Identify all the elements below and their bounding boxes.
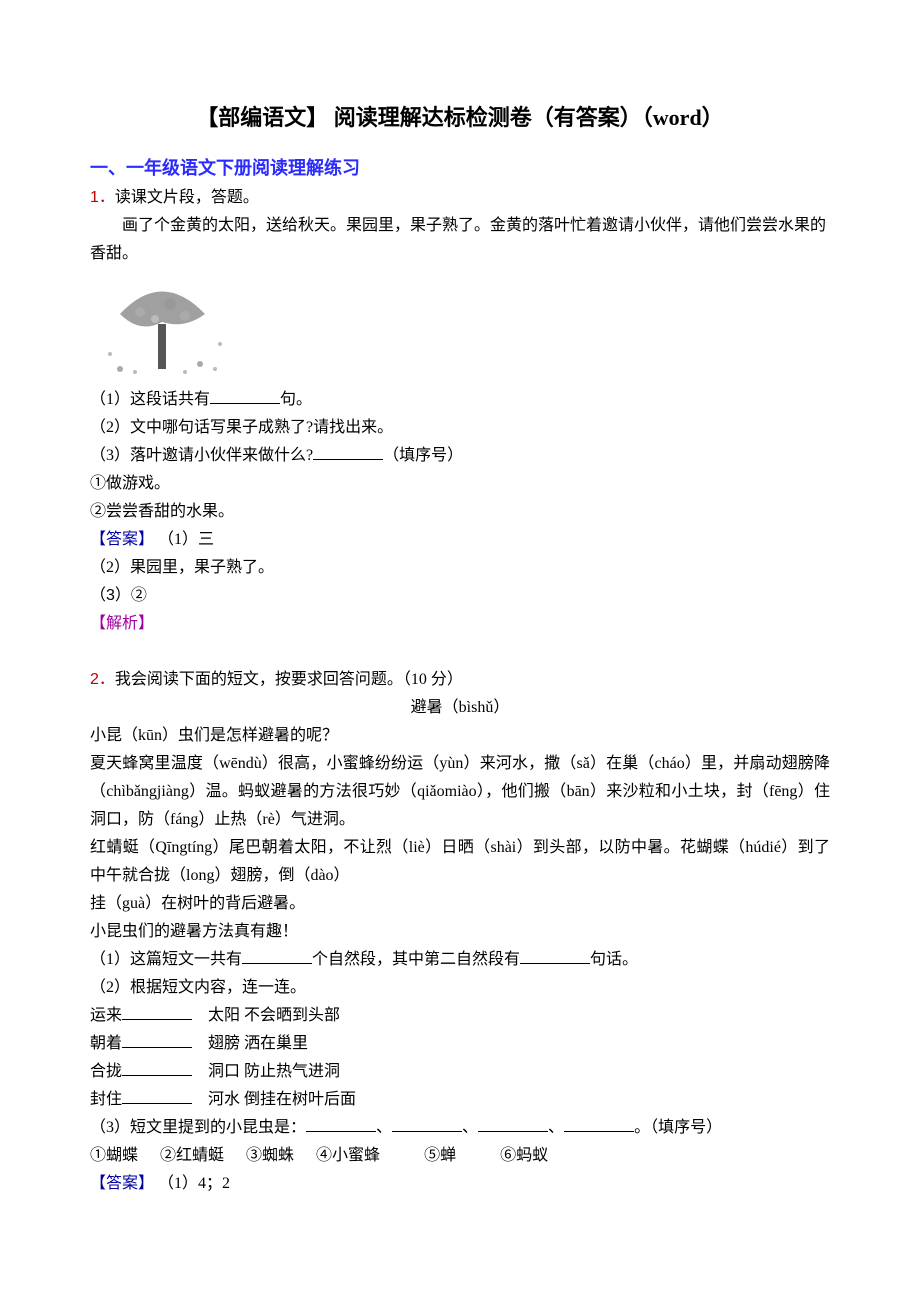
page-title: 【部编语文】 阅读理解达标检测卷（有答案）（word）: [90, 100, 830, 132]
q2-p1: 小昆（kūn）虫们是怎样避暑的呢？: [90, 722, 830, 750]
q2-p2: 夏天蜂窝里温度（wēndù）很高，小蜜蜂纷纷运（yùn）来河水，撒（sǎ）在巢（…: [90, 750, 830, 834]
q2-sub3-e: 。（填序号）: [634, 1119, 722, 1136]
row-right: 太阳 不会晒到头部: [208, 1007, 340, 1024]
q2-sub1: （1）这篇短文一共有 个自然段，其中第二自然段有 句话。: [90, 946, 830, 974]
q1-ans1: （1）三: [158, 531, 214, 548]
row-right: 翅膀 洒在巢里: [208, 1035, 308, 1052]
q1-answer-line1: 【答案】 （1）三: [90, 526, 830, 554]
q2-match-row1: 运来 太阳 不会晒到头部: [90, 1002, 830, 1030]
sep: 、: [548, 1119, 564, 1136]
blank: [122, 1019, 192, 1020]
q1-opt2: ②尝尝香甜的水果。: [90, 498, 830, 526]
row-right: 河水 倒挂在树叶后面: [208, 1091, 356, 1108]
blank: [564, 1131, 634, 1132]
sep: 、: [376, 1119, 392, 1136]
opt: ④小蜜蜂: [316, 1147, 380, 1164]
blank: [392, 1131, 462, 1132]
opt: ⑤蝉: [424, 1147, 456, 1164]
opt: ①蝴蝶: [90, 1147, 138, 1164]
answer-label: 【答案】: [90, 1175, 154, 1192]
q2-sub1-b: 个自然段，其中第二自然段有: [312, 951, 520, 968]
opt: ③蜘蛛: [246, 1147, 294, 1164]
answer-label: 【答案】: [90, 531, 154, 548]
q2-stem: 我会阅读下面的短文，按要求回答问题。（10 分）: [115, 671, 463, 688]
q1-sub3: （3）落叶邀请小伙伴来做什么? （填序号）: [90, 442, 830, 470]
blank: [122, 1075, 192, 1076]
q1-sub1: （1）这段话共有 句。: [90, 386, 830, 414]
section-heading: 一、一年级语文下册阅读理解练习: [90, 154, 830, 180]
row-left: 封住: [90, 1091, 122, 1108]
q2-answer-line1: 【答案】 （1）4；2: [90, 1170, 830, 1198]
blank: [242, 963, 312, 964]
blank: [520, 963, 590, 964]
q2-sub1-c: 句话。: [590, 951, 638, 968]
q2-match-row4: 封住 河水 倒挂在树叶后面: [90, 1086, 830, 1114]
q1-ans2: （2）果园里，果子熟了。: [90, 554, 830, 582]
row-right: 洞口 防止热气进洞: [208, 1063, 340, 1080]
q1-stem-line: 1．读课文片段，答题。: [90, 184, 830, 212]
q2-sub1-a: （1）这篇短文一共有: [90, 951, 242, 968]
q2-p4: 挂（guà）在树叶的背后避暑。: [90, 890, 830, 918]
q2-p3: 红蜻蜓（Qīngtíng）尾巴朝着太阳，不让烈（liè）日晒（shài）到头部，…: [90, 834, 830, 890]
q2-ans1: （1）4；2: [158, 1175, 230, 1192]
q2-passage-title: 避暑（bìshǔ）: [90, 694, 830, 722]
row-left: 合拢: [90, 1063, 122, 1080]
opt: ⑥蚂蚁: [500, 1147, 548, 1164]
sep: 、: [462, 1119, 478, 1136]
q2-sub3-a: （3）短文里提到的小昆虫是：: [90, 1119, 306, 1136]
opt: ②红蜻蜓: [160, 1147, 224, 1164]
q1-sub2: （2）文中哪句话写果子成熟了?请找出来。: [90, 414, 830, 442]
row-left: 朝着: [90, 1035, 122, 1052]
q1-sub3-a: （3）落叶邀请小伙伴来做什么?: [90, 447, 313, 464]
blank: [122, 1047, 192, 1048]
q2-sub2: （2）根据短文内容，连一连。: [90, 974, 830, 1002]
q1-ans3: （3）②: [90, 582, 830, 610]
q2-match-row3: 合拢 洞口 防止热气进洞: [90, 1058, 830, 1086]
blank: [313, 459, 383, 460]
row-left: 运来: [90, 1007, 122, 1024]
q2-number: 2．: [90, 671, 115, 688]
q1-sub3-b: （填序号）: [383, 447, 463, 464]
q2-p5: 小昆虫们的避暑方法真有趣！: [90, 918, 830, 946]
q1-passage: 画了个金黄的太阳，送给秋天。果园里，果子熟了。金黄的落叶忙着邀请小伙伴，请他们尝…: [90, 212, 830, 268]
autumn-tree-image: [90, 274, 240, 382]
q1-sub1-b: 句。: [280, 391, 312, 408]
q1-opt1: ①做游戏。: [90, 470, 830, 498]
q1-stem: 读课文片段，答题。: [115, 189, 259, 206]
q2-match-row2: 朝着 翅膀 洒在巢里: [90, 1030, 830, 1058]
analysis-label: 【解析】: [90, 615, 154, 632]
q1-analysis: 【解析】: [90, 610, 830, 638]
q2-sub3: （3）短文里提到的小昆虫是： 、 、 、 。（填序号）: [90, 1114, 830, 1142]
blank: [478, 1131, 548, 1132]
q2-stem-line: 2．我会阅读下面的短文，按要求回答问题。（10 分）: [90, 666, 830, 694]
blank: [122, 1103, 192, 1104]
q2-options: ①蝴蝶 ②红蜻蜓 ③蜘蛛 ④小蜜蜂 ⑤蝉 ⑥蚂蚁: [90, 1142, 830, 1170]
q1-sub1-a: （1）这段话共有: [90, 391, 210, 408]
blank: [210, 403, 280, 404]
blank: [306, 1131, 376, 1132]
q1-number: 1．: [90, 189, 115, 206]
